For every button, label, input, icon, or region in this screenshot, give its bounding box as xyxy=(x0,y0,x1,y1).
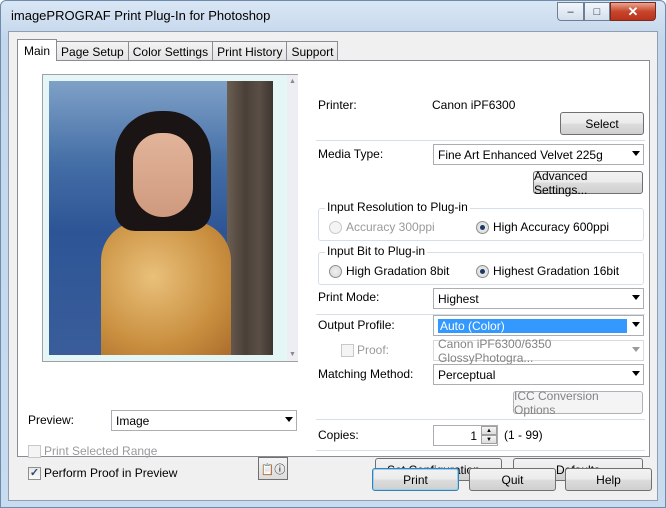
select-button-label: Select xyxy=(585,116,619,131)
radio-dot xyxy=(329,264,342,278)
window-title: imagePROGRAF Print Plug-In for Photoshop xyxy=(11,8,271,23)
radio-dot xyxy=(476,220,489,234)
print-label: Print xyxy=(403,472,428,487)
matching-method-value: Perceptual xyxy=(438,367,496,382)
preview-select-value: Image xyxy=(116,413,150,428)
scroll-up-icon[interactable]: ▲ xyxy=(288,77,297,86)
divider xyxy=(316,450,645,451)
tab-main[interactable]: Main xyxy=(17,39,58,61)
radio-dot xyxy=(329,220,342,234)
radio-dot xyxy=(476,264,489,278)
print-button[interactable]: Print xyxy=(372,468,459,491)
checkbox-box xyxy=(28,444,41,458)
output-profile-select[interactable]: Auto (Color) xyxy=(433,315,644,336)
accuracy-300-radio[interactable]: Accuracy 300ppi xyxy=(329,220,435,234)
media-type-label: Media Type: xyxy=(318,147,384,161)
tree-trunk xyxy=(227,81,273,355)
perform-proof-checkbox[interactable]: ✓ Perform Proof in Preview xyxy=(28,466,177,480)
chevron-down-icon xyxy=(285,417,293,422)
maximize-button[interactable]: □ xyxy=(584,2,610,21)
divider xyxy=(316,419,645,420)
preview-select[interactable]: Image xyxy=(111,410,297,431)
spin-down-icon[interactable]: ▼ xyxy=(481,435,497,444)
select-printer-button[interactable]: Select xyxy=(560,112,644,135)
high-gradation-8bit-label: High Gradation 8bit xyxy=(346,264,450,278)
high-gradation-8bit-radio[interactable]: High Gradation 8bit xyxy=(329,264,449,278)
copies-label: Copies: xyxy=(318,428,359,442)
printer-label: Printer: xyxy=(318,98,357,112)
advanced-settings-label: Advanced Settings... xyxy=(534,168,588,197)
info-icon: 📋ⓘ xyxy=(260,463,286,476)
proof-checkbox[interactable]: Proof: xyxy=(341,343,389,357)
advanced-settings-button[interactable]: Advanced Settings... xyxy=(533,168,643,197)
quit-button[interactable]: Quit xyxy=(469,468,556,491)
preview-image xyxy=(49,81,273,355)
print-selected-range-label: Print Selected Range xyxy=(44,444,158,458)
matching-method-label: Matching Method: xyxy=(318,367,414,381)
help-button[interactable]: Help xyxy=(565,468,652,491)
matching-method-select[interactable]: Perceptual xyxy=(433,364,644,385)
dress-shape xyxy=(101,221,231,355)
chevron-down-icon xyxy=(632,322,640,327)
chevron-down-icon xyxy=(632,295,640,300)
printer-value: Canon iPF6300 xyxy=(432,98,516,112)
highest-gradation-16bit-radio[interactable]: Highest Gradation 16bit xyxy=(476,264,619,278)
spinner-buttons[interactable]: ▲ ▼ xyxy=(481,426,497,445)
media-type-value: Fine Art Enhanced Velvet 225g xyxy=(438,147,603,162)
preview-label: Preview: xyxy=(28,413,75,427)
plugin-window: imagePROGRAF Print Plug-In for Photoshop… xyxy=(0,0,666,508)
high-accuracy-600-radio[interactable]: High Accuracy 600ppi xyxy=(476,220,609,234)
help-label: Help xyxy=(596,472,621,487)
input-bit-title: Input Bit to Plug-in xyxy=(325,244,428,258)
face-shape xyxy=(133,133,193,217)
tab-support[interactable]: Support xyxy=(286,41,339,61)
chevron-down-icon xyxy=(632,151,640,156)
spin-up-icon[interactable]: ▲ xyxy=(481,426,497,435)
copies-value: 1 xyxy=(470,428,477,443)
icc-conversion-label: ICC Conversion Options xyxy=(514,388,599,417)
tab-strip: Main Page Setup Color Settings Print His… xyxy=(17,39,339,61)
scroll-down-icon[interactable]: ▼ xyxy=(288,350,297,359)
close-button[interactable]: ✕ xyxy=(610,2,656,21)
perform-proof-label: Perform Proof in Preview xyxy=(44,466,178,480)
print-mode-label: Print Mode: xyxy=(318,290,380,304)
tab-color-settings[interactable]: Color Settings xyxy=(127,41,214,61)
minimize-button[interactable]: – xyxy=(557,2,584,21)
check-icon: ✓ xyxy=(28,466,41,480)
print-selected-range-checkbox[interactable]: Print Selected Range xyxy=(28,444,157,458)
quit-label: Quit xyxy=(501,472,524,487)
input-resolution-title: Input Resolution to Plug-in xyxy=(325,200,470,214)
print-mode-value: Highest xyxy=(438,291,479,306)
copies-range: (1 - 99) xyxy=(504,428,543,442)
checkbox-box xyxy=(341,343,354,357)
tab-page-setup[interactable]: Page Setup xyxy=(56,41,129,61)
preview-scrollbar[interactable]: ▲ ▼ xyxy=(287,75,298,361)
output-profile-label: Output Profile: xyxy=(318,318,395,332)
high-accuracy-600-label: High Accuracy 600ppi xyxy=(493,220,610,234)
title-bar[interactable]: imagePROGRAF Print Plug-In for Photoshop… xyxy=(1,1,665,31)
print-mode-select[interactable]: Highest xyxy=(433,288,644,309)
proof-label: Proof: xyxy=(357,343,390,357)
output-profile-value: Auto (Color) xyxy=(437,317,628,334)
chevron-down-icon xyxy=(632,371,640,376)
proof-value: Canon iPF6300/6350 GlossyPhotogra... xyxy=(438,336,552,365)
proof-select[interactable]: Canon iPF6300/6350 GlossyPhotogra... xyxy=(433,337,644,365)
icc-conversion-options-button[interactable]: ICC Conversion Options xyxy=(513,388,643,417)
highest-gradation-16bit-label: Highest Gradation 16bit xyxy=(493,264,620,278)
copies-spinner[interactable]: 1 ▲ ▼ xyxy=(433,425,498,446)
accuracy-300-label: Accuracy 300ppi xyxy=(346,220,435,234)
info-button[interactable]: 📋ⓘ xyxy=(258,457,288,480)
chevron-down-icon xyxy=(632,347,640,352)
divider xyxy=(316,140,645,141)
main-tab-panel: ▲ ▼ Preview: Image Print Selected Range … xyxy=(17,60,650,481)
tab-print-history[interactable]: Print History xyxy=(212,41,288,61)
preview-pane: ▲ ▼ xyxy=(42,74,298,362)
media-type-select[interactable]: Fine Art Enhanced Velvet 225g xyxy=(433,144,644,165)
dialog-client: Main Page Setup Color Settings Print His… xyxy=(8,31,658,501)
